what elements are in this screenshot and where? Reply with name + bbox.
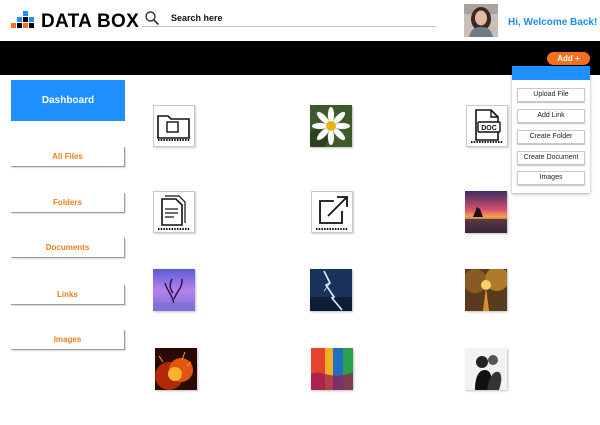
logo-mark-icon	[11, 11, 37, 33]
avatar[interactable]	[464, 4, 498, 37]
logo-text: DATA BOX	[41, 11, 140, 32]
images-button[interactable]: Images	[517, 171, 585, 185]
sidebar-dashboard[interactable]: Dashboard	[11, 80, 125, 121]
sidebar-item-links[interactable]: Links	[11, 285, 125, 305]
search-bar[interactable]: Search here	[142, 9, 436, 27]
colorful-abstract-thumbnail[interactable]	[311, 348, 353, 390]
add-dropdown-menu: Upload File Add Link Create Folder Creat…	[512, 66, 590, 193]
welcome-text: Hi, Welcome Back!	[508, 17, 598, 28]
folder-icon[interactable]	[153, 105, 195, 147]
sidebar-item-images[interactable]: Images	[11, 330, 125, 350]
autumn-road-thumbnail[interactable]	[465, 269, 507, 311]
add-link-button[interactable]: Add Link	[517, 109, 585, 123]
search-icon[interactable]	[144, 10, 160, 26]
search-input[interactable]: Search here	[171, 13, 223, 23]
lava-thumbnail[interactable]	[155, 348, 197, 390]
svg-text:DOC: DOC	[481, 125, 497, 132]
logo[interactable]: DATA BOX	[11, 10, 139, 34]
dropdown-header	[512, 66, 590, 80]
sidebar-item-folders[interactable]: Folders	[11, 193, 125, 213]
create-folder-button[interactable]: Create Folder	[517, 130, 585, 144]
sidebar-item-documents[interactable]: Documents	[11, 238, 125, 258]
create-document-button[interactable]: Create Document	[517, 151, 585, 165]
sunset-rock-thumbnail[interactable]	[465, 191, 507, 233]
doc-file-icon[interactable]: DOC	[466, 105, 508, 147]
sidebar-item-all-files[interactable]: All Files	[11, 147, 125, 167]
app-header: DATA BOX Search here Hi, Welcome Back!	[0, 0, 600, 41]
upload-file-button[interactable]: Upload File	[517, 88, 585, 102]
document-icon[interactable]	[153, 191, 195, 233]
purple-tree-thumbnail[interactable]	[153, 269, 195, 311]
lightning-thumbnail[interactable]	[310, 269, 352, 311]
add-button[interactable]: Add +	[547, 52, 590, 65]
top-bar	[0, 41, 600, 75]
external-link-icon[interactable]	[311, 191, 353, 233]
couple-bw-thumbnail[interactable]	[465, 348, 507, 390]
daisy-thumbnail[interactable]	[310, 105, 352, 147]
